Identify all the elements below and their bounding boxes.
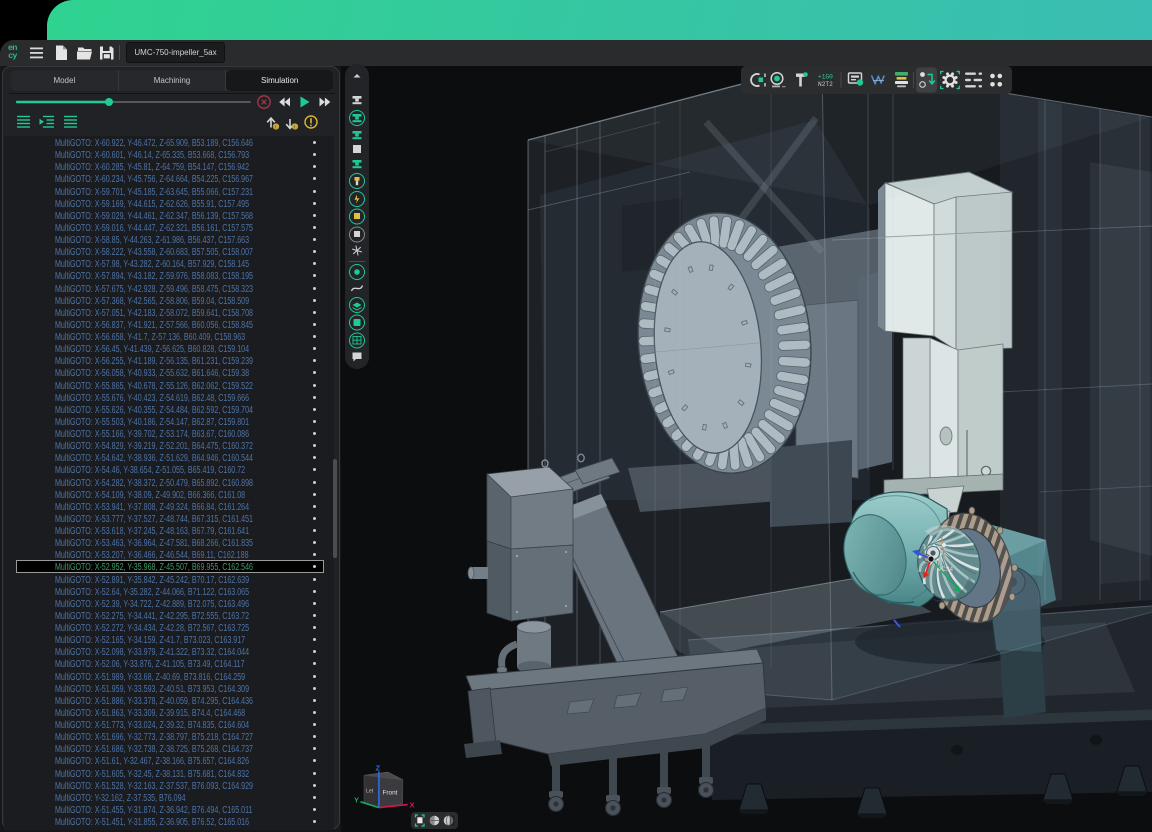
svg-text:eCS4: eCS4 (938, 567, 954, 573)
svg-text:!: ! (275, 125, 276, 130)
svg-text:!: ! (294, 125, 295, 130)
